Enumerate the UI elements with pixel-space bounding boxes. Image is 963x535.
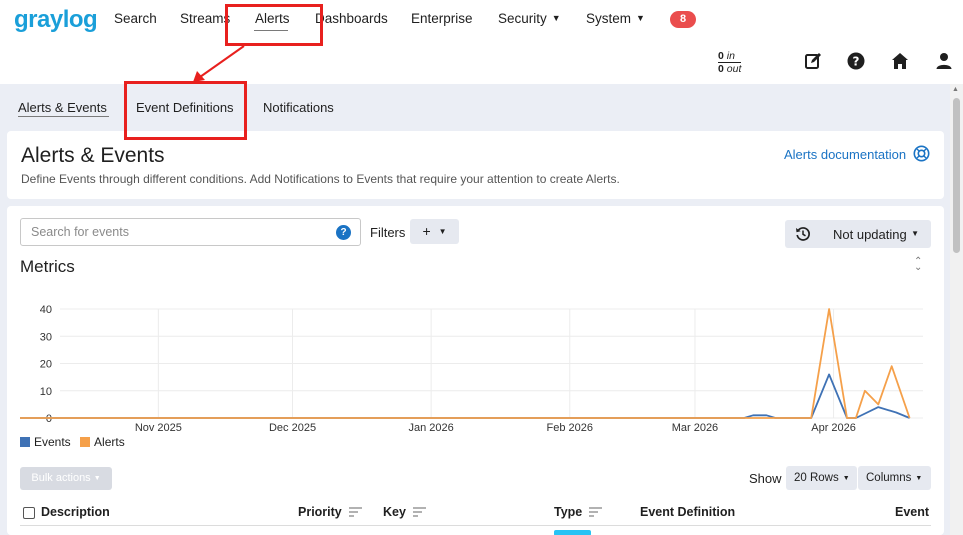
home-icon[interactable] — [891, 52, 909, 70]
sort-icon[interactable] — [589, 507, 603, 517]
column-header-event-definition[interactable]: Event Definition — [640, 505, 735, 519]
graylog-logo[interactable]: graylog — [14, 6, 98, 34]
nav-streams[interactable]: Streams — [180, 11, 230, 26]
sort-icon[interactable] — [348, 507, 362, 517]
help-icon[interactable]: ? — [847, 52, 865, 70]
x-tick-label: Mar 2026 — [672, 422, 718, 434]
rows-per-page-select[interactable]: 20 Rows ▼ — [786, 466, 857, 490]
chevron-down-icon: ▼ — [842, 475, 850, 482]
notification-badge[interactable]: 8 — [670, 11, 696, 28]
show-label: Show — [749, 471, 782, 486]
metrics-title: Metrics — [20, 257, 75, 276]
top-navbar: graylog Search Streams Alerts Dashboards… — [0, 0, 963, 84]
annotation-highlight-alerts — [225, 4, 323, 46]
scroll-up-icon[interactable]: ▲ — [952, 86, 959, 93]
chevron-down-icon: ▼ — [915, 475, 923, 482]
y-tick-label: 0 — [46, 413, 52, 425]
chart-legend: Events Alerts — [20, 435, 125, 449]
legend-swatch-events — [20, 437, 30, 447]
x-tick-label: Jan 2026 — [409, 422, 454, 434]
user-icon[interactable] — [935, 52, 953, 70]
auto-refresh-button[interactable]: Not updating ▼ — [785, 220, 931, 248]
x-tick-label: Nov 2025 — [135, 422, 182, 434]
bulk-actions-button[interactable]: Bulk actions ▼ — [20, 467, 112, 490]
legend-swatch-alerts — [80, 437, 91, 447]
subnav-alerts-events[interactable]: Alerts & Events — [18, 100, 107, 115]
search-help-icon[interactable]: ? — [336, 225, 351, 240]
nav-system[interactable]: System ▼ — [586, 11, 645, 26]
column-header-type[interactable]: Type — [554, 505, 603, 519]
lifebuoy-icon[interactable] — [913, 145, 930, 162]
add-filter-button[interactable]: + ▼ — [410, 219, 459, 244]
page-description: Define Events through different conditio… — [21, 172, 620, 186]
scrollbar-thumb[interactable] — [953, 98, 960, 253]
y-tick-label: 10 — [40, 386, 52, 398]
column-header-event[interactable]: Event — [895, 505, 929, 519]
x-tick-label: Apr 2026 — [811, 422, 856, 434]
chevron-down-icon: ▼ — [551, 13, 561, 23]
nav-search[interactable]: Search — [114, 11, 157, 26]
event-search-box: ? — [20, 218, 361, 246]
chevron-down-icon: ▼ — [93, 475, 101, 482]
chevron-down-icon: ▼ — [911, 229, 919, 238]
y-tick-label: 30 — [40, 331, 52, 343]
chevron-down-icon: ▼ — [438, 227, 447, 236]
nav-security[interactable]: Security ▼ — [498, 11, 561, 26]
columns-select[interactable]: Columns ▼ — [858, 466, 931, 490]
column-header-description[interactable]: Description — [41, 505, 110, 519]
nav-enterprise[interactable]: Enterprise — [411, 11, 473, 26]
event-search-input[interactable] — [31, 219, 331, 245]
alerts-documentation-link[interactable]: Alerts documentation — [784, 147, 906, 162]
series-line-events[interactable] — [20, 373, 910, 419]
column-header-key[interactable]: Key — [383, 505, 426, 519]
history-icon — [796, 227, 810, 241]
metrics-chart: Nov 2025 Dec 2025 Jan 2026 Feb 2026 Mar 2026… — [20, 304, 923, 434]
column-header-priority[interactable]: Priority — [298, 505, 362, 519]
legend-item-events[interactable]: Events — [20, 435, 71, 449]
x-tick-label: Dec 2025 — [269, 422, 316, 434]
select-all-checkbox[interactable] — [23, 507, 35, 519]
annotation-highlight-event-definitions — [124, 81, 247, 140]
subnav-notifications[interactable]: Notifications — [263, 100, 334, 115]
edit-icon[interactable] — [804, 52, 822, 70]
x-tick-label: Feb 2026 — [547, 422, 593, 434]
subnav-active-indicator — [18, 116, 109, 117]
y-tick-label: 20 — [40, 359, 52, 371]
nav-dashboards[interactable]: Dashboards — [315, 11, 388, 26]
page-title: Alerts & Events — [21, 144, 165, 167]
legend-item-alerts[interactable]: Alerts — [80, 435, 125, 449]
y-tick-label: 40 — [40, 304, 52, 316]
svg-text:?: ? — [853, 55, 860, 69]
chevron-down-icon: ▼ — [636, 13, 645, 23]
throughput-indicator[interactable]: 0 in 0 out — [718, 50, 742, 75]
table-header-divider — [20, 525, 931, 526]
sort-icon[interactable] — [412, 507, 426, 517]
table-row[interactable] — [20, 527, 931, 535]
type-badge — [554, 530, 591, 535]
collapse-icon[interactable]: ⌃ ⌄ — [914, 257, 922, 273]
filters-label: Filters — [370, 225, 406, 240]
